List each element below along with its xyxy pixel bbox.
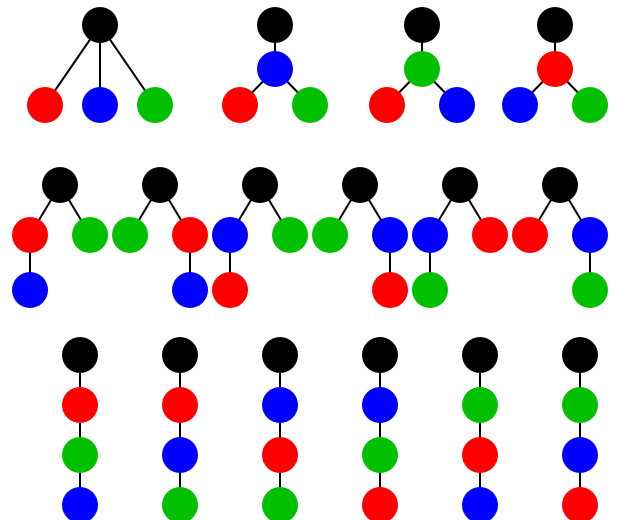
red-node xyxy=(472,217,508,253)
blue-node xyxy=(12,272,48,308)
tree-r3t6 xyxy=(562,337,598,520)
red-node xyxy=(462,437,498,473)
green-node xyxy=(262,487,298,520)
tree-r2t5 xyxy=(412,167,508,308)
green-node xyxy=(72,217,108,253)
root-node xyxy=(342,167,378,203)
red-node xyxy=(62,387,98,423)
green-node xyxy=(404,51,440,87)
blue-node xyxy=(82,87,118,123)
blue-node xyxy=(502,87,538,123)
green-node xyxy=(112,217,148,253)
root-node xyxy=(362,337,398,373)
tree-r3t5 xyxy=(462,337,498,520)
root-node xyxy=(462,337,498,373)
root-node xyxy=(242,167,278,203)
root-node xyxy=(404,7,440,43)
red-node xyxy=(27,87,63,123)
red-node xyxy=(537,51,573,87)
green-node xyxy=(412,272,448,308)
red-node xyxy=(369,87,405,123)
green-node xyxy=(137,87,173,123)
root-node xyxy=(82,7,118,43)
root-node xyxy=(142,167,178,203)
red-node xyxy=(172,217,208,253)
red-node xyxy=(362,487,398,520)
tree-r2t6 xyxy=(512,167,608,308)
blue-node xyxy=(439,87,475,123)
blue-node xyxy=(412,217,448,253)
green-node xyxy=(572,87,608,123)
blue-node xyxy=(372,217,408,253)
tree-r1t4 xyxy=(502,7,608,123)
green-node xyxy=(562,387,598,423)
green-node xyxy=(362,437,398,473)
red-node xyxy=(222,87,258,123)
red-node xyxy=(212,272,248,308)
blue-node xyxy=(162,437,198,473)
blue-node xyxy=(262,387,298,423)
tree-r3t1 xyxy=(62,337,98,520)
tree-r1t2 xyxy=(222,7,328,123)
red-node xyxy=(372,272,408,308)
green-node xyxy=(62,437,98,473)
root-node xyxy=(442,167,478,203)
root-node xyxy=(42,167,78,203)
root-node xyxy=(62,337,98,373)
tree-r2t3 xyxy=(212,167,308,308)
root-node xyxy=(542,167,578,203)
root-node xyxy=(162,337,198,373)
green-node xyxy=(572,272,608,308)
tree-r1t1 xyxy=(27,7,173,123)
tree-r2t2 xyxy=(112,167,208,308)
root-node xyxy=(257,7,293,43)
tree-r1t3 xyxy=(369,7,475,123)
blue-node xyxy=(562,437,598,473)
red-node xyxy=(262,437,298,473)
green-node xyxy=(272,217,308,253)
tree-r2t4 xyxy=(312,167,408,308)
blue-node xyxy=(362,387,398,423)
green-node xyxy=(462,387,498,423)
root-node xyxy=(562,337,598,373)
tree-r3t3 xyxy=(262,337,298,520)
red-node xyxy=(162,387,198,423)
green-node xyxy=(162,487,198,520)
blue-node xyxy=(572,217,608,253)
blue-node xyxy=(172,272,208,308)
red-node xyxy=(12,217,48,253)
green-node xyxy=(312,217,348,253)
blue-node xyxy=(462,487,498,520)
blue-node xyxy=(212,217,248,253)
tree-enumeration-figure xyxy=(0,0,626,520)
tree-r3t4 xyxy=(362,337,398,520)
blue-node xyxy=(62,487,98,520)
red-node xyxy=(562,487,598,520)
root-node xyxy=(537,7,573,43)
tree-r2t1 xyxy=(12,167,108,308)
green-node xyxy=(292,87,328,123)
blue-node xyxy=(257,51,293,87)
red-node xyxy=(512,217,548,253)
root-node xyxy=(262,337,298,373)
tree-r3t2 xyxy=(162,337,198,520)
